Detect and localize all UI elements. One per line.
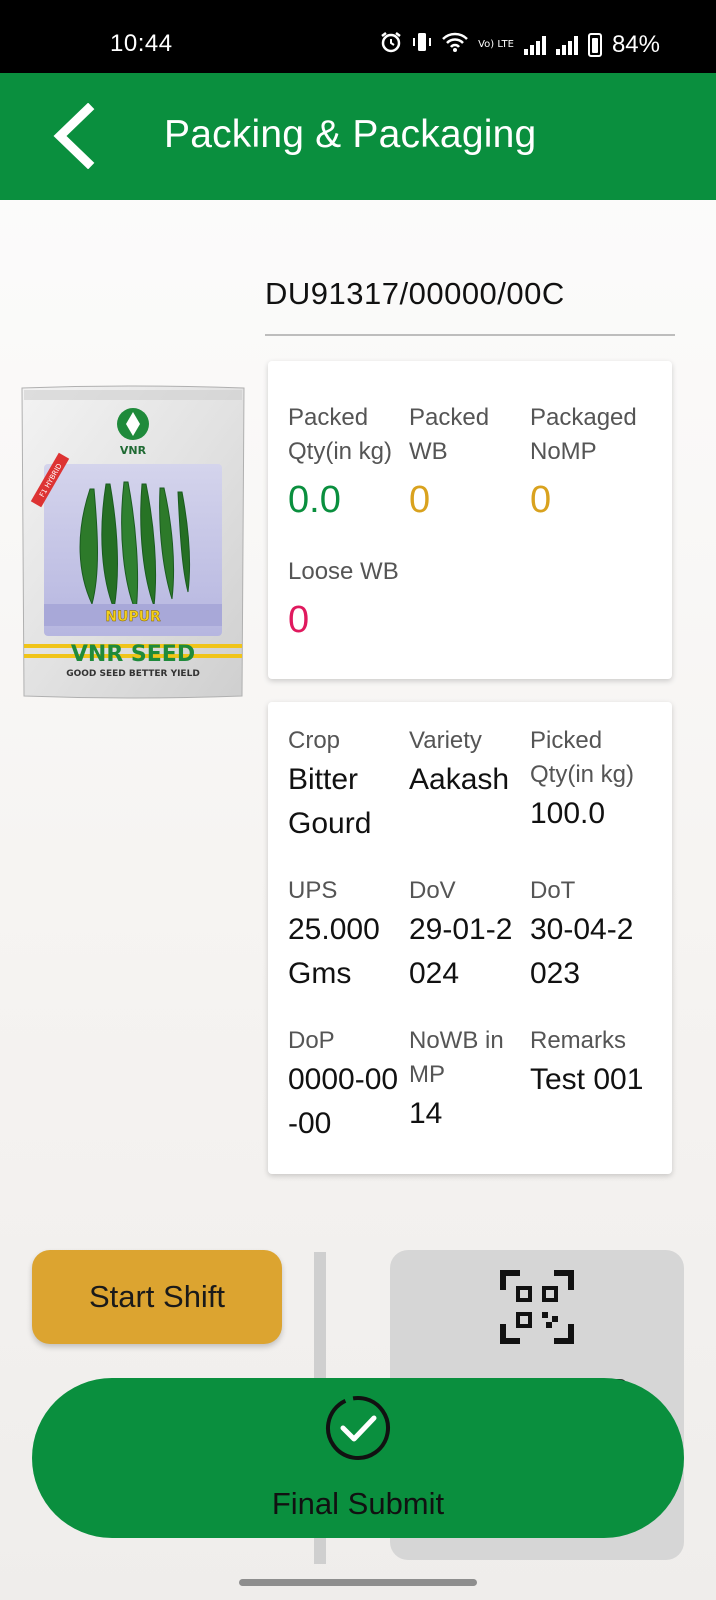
summary-card: Packed Qty(in kg) 0.0 Packed WB 0 Packag… xyxy=(268,361,672,679)
dot-value: 30-04-2023 xyxy=(530,913,634,990)
ups-label: UPS xyxy=(288,877,338,904)
crop-cell: Crop Bitter Gourd xyxy=(288,724,408,846)
remarks-label: Remarks xyxy=(530,1027,627,1054)
packaged-nomp-cell: Packaged NoMP 0 xyxy=(530,401,655,523)
lot-id-divider xyxy=(265,334,675,336)
dov-value: 29-01-2024 xyxy=(409,913,513,990)
svg-text:NUPUR: NUPUR xyxy=(105,609,161,625)
vnr-logo: VNR xyxy=(117,408,149,457)
back-button[interactable] xyxy=(50,102,100,170)
qr-code-icon xyxy=(500,1270,574,1344)
picked-qty-cell: Picked Qty(in kg) 100.0 xyxy=(530,724,655,836)
packed-wb-cell: Packed WB 0 xyxy=(409,401,519,523)
packaged-nomp-label: Packaged NoMP xyxy=(530,404,637,465)
alarm-icon xyxy=(380,31,402,59)
variety-cell: Variety Aakash xyxy=(409,724,527,802)
app-bar: Packing & Packaging xyxy=(0,73,716,200)
lot-id: DU91317/00000/00C xyxy=(265,276,565,311)
packed-qty-cell: Packed Qty(in kg) 0.0 xyxy=(288,401,408,523)
packed-qty-value: 0.0 xyxy=(288,479,341,521)
status-bar: 10:44 Vo) LTE 84% xyxy=(0,0,716,73)
nowb-value: 14 xyxy=(409,1097,443,1130)
volte-icon: Vo) LTE xyxy=(478,39,514,50)
svg-text:GOOD SEED BETTER YIELD: GOOD SEED BETTER YIELD xyxy=(66,669,200,679)
chevron-left-icon xyxy=(53,102,95,170)
packed-wb-value: 0 xyxy=(409,479,431,521)
loose-wb-value: 0 xyxy=(288,599,310,641)
nowb-cell: NoWB in MP 14 xyxy=(409,1024,519,1136)
start-shift-button[interactable]: Start Shift xyxy=(32,1250,282,1344)
ups-value: 25.000 Gms xyxy=(288,913,380,990)
nowb-label: NoWB in MP xyxy=(409,1027,504,1088)
picked-qty-label: Picked Qty(in kg) xyxy=(530,727,635,788)
variety-value: Aakash xyxy=(409,763,510,796)
battery-percent: 84% xyxy=(611,31,660,58)
dot-label: DoT xyxy=(530,877,576,904)
dop-cell: DoP 0000-00-00 xyxy=(288,1024,408,1146)
remarks-value: Test 001 xyxy=(530,1063,644,1096)
crop-value: Bitter Gourd xyxy=(288,763,372,840)
packed-wb-label: Packed WB xyxy=(409,404,490,465)
packed-qty-label: Packed Qty(in kg) xyxy=(288,404,393,465)
dop-value: 0000-00-00 xyxy=(288,1063,399,1140)
ups-cell: UPS 25.000 Gms xyxy=(288,874,408,996)
packaged-nomp-value: 0 xyxy=(530,479,552,521)
dot-cell: DoT 30-04-2023 xyxy=(530,874,650,996)
status-icons: Vo) LTE 84% xyxy=(380,31,660,59)
dov-cell: DoV 29-01-2024 xyxy=(409,874,529,996)
svg-text:VNR SEED: VNR SEED xyxy=(71,642,195,667)
remarks-cell: Remarks Test 001 xyxy=(530,1024,650,1102)
signal-icon-1 xyxy=(523,35,546,55)
crop-label: Crop xyxy=(288,727,341,754)
dov-label: DoV xyxy=(409,877,456,904)
status-time: 10:44 xyxy=(110,30,173,57)
check-circle-icon xyxy=(326,1396,390,1460)
wifi-icon xyxy=(442,32,468,58)
dop-label: DoP xyxy=(288,1027,335,1054)
picked-qty-value: 100.0 xyxy=(530,797,606,830)
final-submit-button[interactable]: Final Submit xyxy=(32,1378,684,1538)
loose-wb-label: Loose WB xyxy=(288,558,399,585)
battery-icon xyxy=(587,33,602,57)
home-indicator[interactable] xyxy=(239,1579,477,1586)
product-image: VNR NUPUR F1 HYBRID VNR SEED GOOD SEED B… xyxy=(20,384,246,700)
details-card: Crop Bitter Gourd Variety Aakash Picked … xyxy=(268,702,672,1174)
svg-text:VNR: VNR xyxy=(120,444,147,457)
variety-label: Variety xyxy=(409,727,482,754)
final-submit-label: Final Submit xyxy=(271,1486,445,1521)
page-title: Packing & Packaging xyxy=(164,113,537,156)
signal-icon-2 xyxy=(555,35,578,55)
vibrate-icon xyxy=(412,31,432,59)
loose-wb-cell: Loose WB 0 xyxy=(288,555,448,643)
